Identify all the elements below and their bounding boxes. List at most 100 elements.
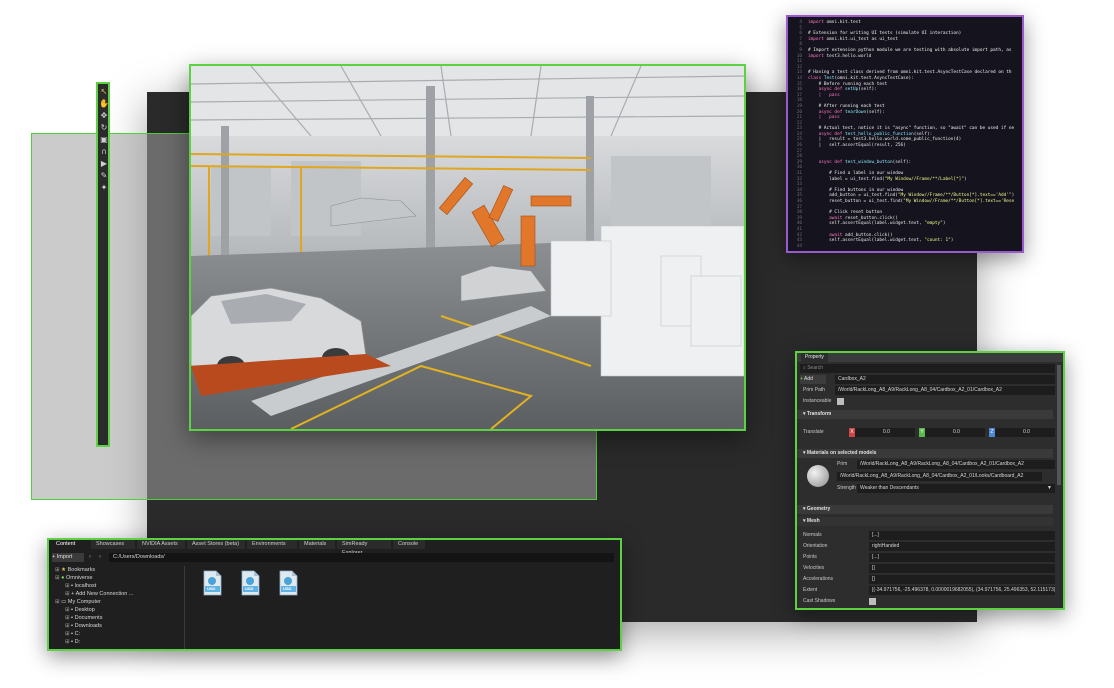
translate-y-field[interactable]: 0.0 (925, 428, 985, 437)
path-field[interactable]: C:/Users/Downloads/ (109, 553, 614, 562)
code-line: 36 reset_button = ui_test.find("My Windo… (790, 199, 1020, 205)
content-tab[interactable]: Materials (299, 540, 335, 549)
code-token: label = ui_test.find( (808, 176, 885, 182)
content-tab[interactable]: Environments (247, 540, 297, 549)
transform-label: Transform (806, 411, 832, 417)
transform-section[interactable]: ▾ Transform (797, 410, 1053, 419)
code-lines: 4 import omni.kit.test 5 6 # Extension for w… (788, 17, 1022, 251)
strength-label: Strength (837, 485, 856, 491)
code-token: self.assertEqual(label.widget.text, (808, 238, 925, 244)
import-button[interactable]: + Import (52, 553, 84, 562)
code-token: reset_button = ui_test.find( (808, 199, 904, 204)
geometry-section[interactable]: ▾ Geometry (797, 505, 1053, 514)
material-preview-sphere (807, 465, 829, 487)
content-tab[interactable]: Asset Stores (beta) (187, 540, 245, 549)
code-token: # Having a test class derived from omni.… (808, 70, 1012, 76)
code-token: "My Window//Frame/**/Label[*]" (884, 176, 964, 182)
geometry-row-value[interactable]: [...] (869, 553, 1055, 562)
pane-divider[interactable] (184, 566, 185, 649)
usd-file-icon (203, 570, 222, 596)
strength-dropdown[interactable]: Weaker than Descendants ▼ (857, 484, 1055, 493)
content-tab[interactable]: Content (51, 540, 89, 549)
select-icon[interactable]: ↖ (99, 87, 109, 97)
geometry-row-value[interactable]: [] (869, 564, 1055, 573)
geometry-row-value[interactable]: [...] (869, 531, 1055, 540)
usd-file-tile[interactable]: USD (202, 570, 222, 596)
prim-path-field[interactable]: /World/RackLong_A8_A9/RackLong_A8_04/Car… (835, 386, 1055, 395)
mesh-section[interactable]: ▾ Mesh (797, 517, 1053, 526)
tree-item[interactable]: ⊞ ▪ D: (65, 639, 80, 646)
code-token: async def (808, 109, 846, 115)
code-token: (self): (866, 109, 885, 115)
tree-item[interactable]: ⊞ ★ Bookmarks (55, 567, 95, 574)
code-token: Test (823, 75, 835, 81)
code-token: "My Window//Frame/**/Button[*].text=='Re… (903, 199, 1015, 204)
usd-file-tile[interactable]: USD (278, 570, 298, 596)
content-tab[interactable]: Showcases (91, 540, 135, 549)
translate-x-field[interactable]: 0.0 (855, 428, 915, 437)
code-token: test3.hello.world (826, 53, 872, 59)
content-tab[interactable]: SimReady Explorer (337, 540, 391, 556)
hand-icon[interactable]: ✋ (99, 99, 109, 109)
prim-path-label: Prim Path (803, 387, 825, 393)
light-icon[interactable]: ✦ (99, 183, 109, 193)
snap-icon[interactable]: ∩ (99, 147, 109, 157)
tree-item-label: My Computer (67, 599, 101, 605)
property-tab[interactable]: Property (801, 353, 828, 362)
code-token: async def (808, 159, 846, 165)
code-token: (self): (858, 87, 877, 93)
code-token: "empty" (924, 221, 943, 227)
tree-item[interactable]: ⊞ ▪ C: (65, 631, 80, 638)
geometry-row-value[interactable]: [] (869, 575, 1055, 584)
tree-item[interactable]: ⊞ ▪ localhost (65, 583, 96, 590)
code-token: # Click reset button (808, 210, 883, 216)
tree-item[interactable]: ⊞ ▪ Desktop (65, 607, 95, 614)
content-tab[interactable]: Console (393, 540, 425, 549)
geometry-row-value[interactable]: [(-34.971756, -25.496378, 0.000001968205… (869, 586, 1055, 595)
property-scrollbar[interactable] (1057, 365, 1061, 485)
tree-item[interactable]: ⊞ ● Omniverse (55, 575, 93, 582)
geometry-row-value[interactable]: rightHanded (869, 542, 1055, 551)
code-token: ) (1011, 193, 1015, 199)
code-token: omni.kit.test (826, 20, 861, 25)
materials-section[interactable]: ▾ Materials on selected models (797, 449, 1053, 458)
viewport[interactable] (189, 64, 746, 431)
material-path-field[interactable]: /World/RackLong_A8_A9/RackLong_A8_04/Car… (837, 472, 1042, 481)
cast-shadows-checkbox[interactable] (869, 598, 876, 605)
material-prim-field[interactable]: /World/RackLong_A8_A9/RackLong_A8_04/Car… (857, 460, 1055, 469)
tree-item[interactable]: ⊞ ▪ Documents (65, 615, 102, 622)
tree-item-label: Desktop (74, 607, 95, 613)
tree-item[interactable]: ⊞ ▭ My Computer (55, 599, 101, 606)
code-token: await (808, 232, 846, 238)
usd-file-tile[interactable]: USD (240, 570, 260, 596)
tree-item[interactable]: ⊞ ▪ Downloads (65, 623, 102, 630)
instanceable-label: Instanceable (803, 398, 832, 404)
file-type-label: USD (245, 586, 254, 591)
code-token: ) (950, 238, 954, 244)
back-arrow-icon[interactable]: ‹ (89, 553, 91, 562)
property-header: Property (797, 353, 1063, 362)
line-number: 44 (796, 243, 802, 249)
material-prim-label: Prim (837, 461, 848, 467)
prim-name-field[interactable]: Cardbox_A2 (835, 375, 1055, 384)
code-token: # Import extension python module we are … (808, 47, 1012, 53)
geometry-row-label: Extent (803, 587, 818, 593)
code-token: import (808, 53, 827, 59)
forward-arrow-icon[interactable]: › (99, 553, 101, 562)
rotate-icon[interactable]: ↻ (99, 123, 109, 133)
vertical-toolbar: ↖ ✋ ✥ ↻ ▣ ∩ ▶ ✎ ✦ (96, 82, 110, 447)
tree-item[interactable]: ⊞ + Add New Connection ... (65, 591, 133, 598)
play-icon[interactable]: ▶ (99, 159, 109, 169)
instanceable-checkbox[interactable] (837, 398, 844, 405)
pencil-icon[interactable]: ✎ (99, 171, 109, 181)
geometry-row-label: Accelerations (803, 576, 834, 582)
add-button[interactable]: + Add (800, 375, 826, 384)
move-icon[interactable]: ✥ (99, 111, 109, 121)
property-search-input[interactable]: ⌕ Search (800, 364, 1055, 373)
mesh-label: Mesh (806, 518, 820, 524)
geometry-row-label: Orientation (803, 543, 828, 549)
translate-z-field[interactable]: 0.0 (995, 428, 1055, 437)
code-editor[interactable]: 4 import omni.kit.test 5 6 # Extension for w… (786, 15, 1024, 253)
content-tab[interactable]: NVIDIA Assets (137, 540, 185, 549)
scale-icon[interactable]: ▣ (99, 135, 109, 145)
